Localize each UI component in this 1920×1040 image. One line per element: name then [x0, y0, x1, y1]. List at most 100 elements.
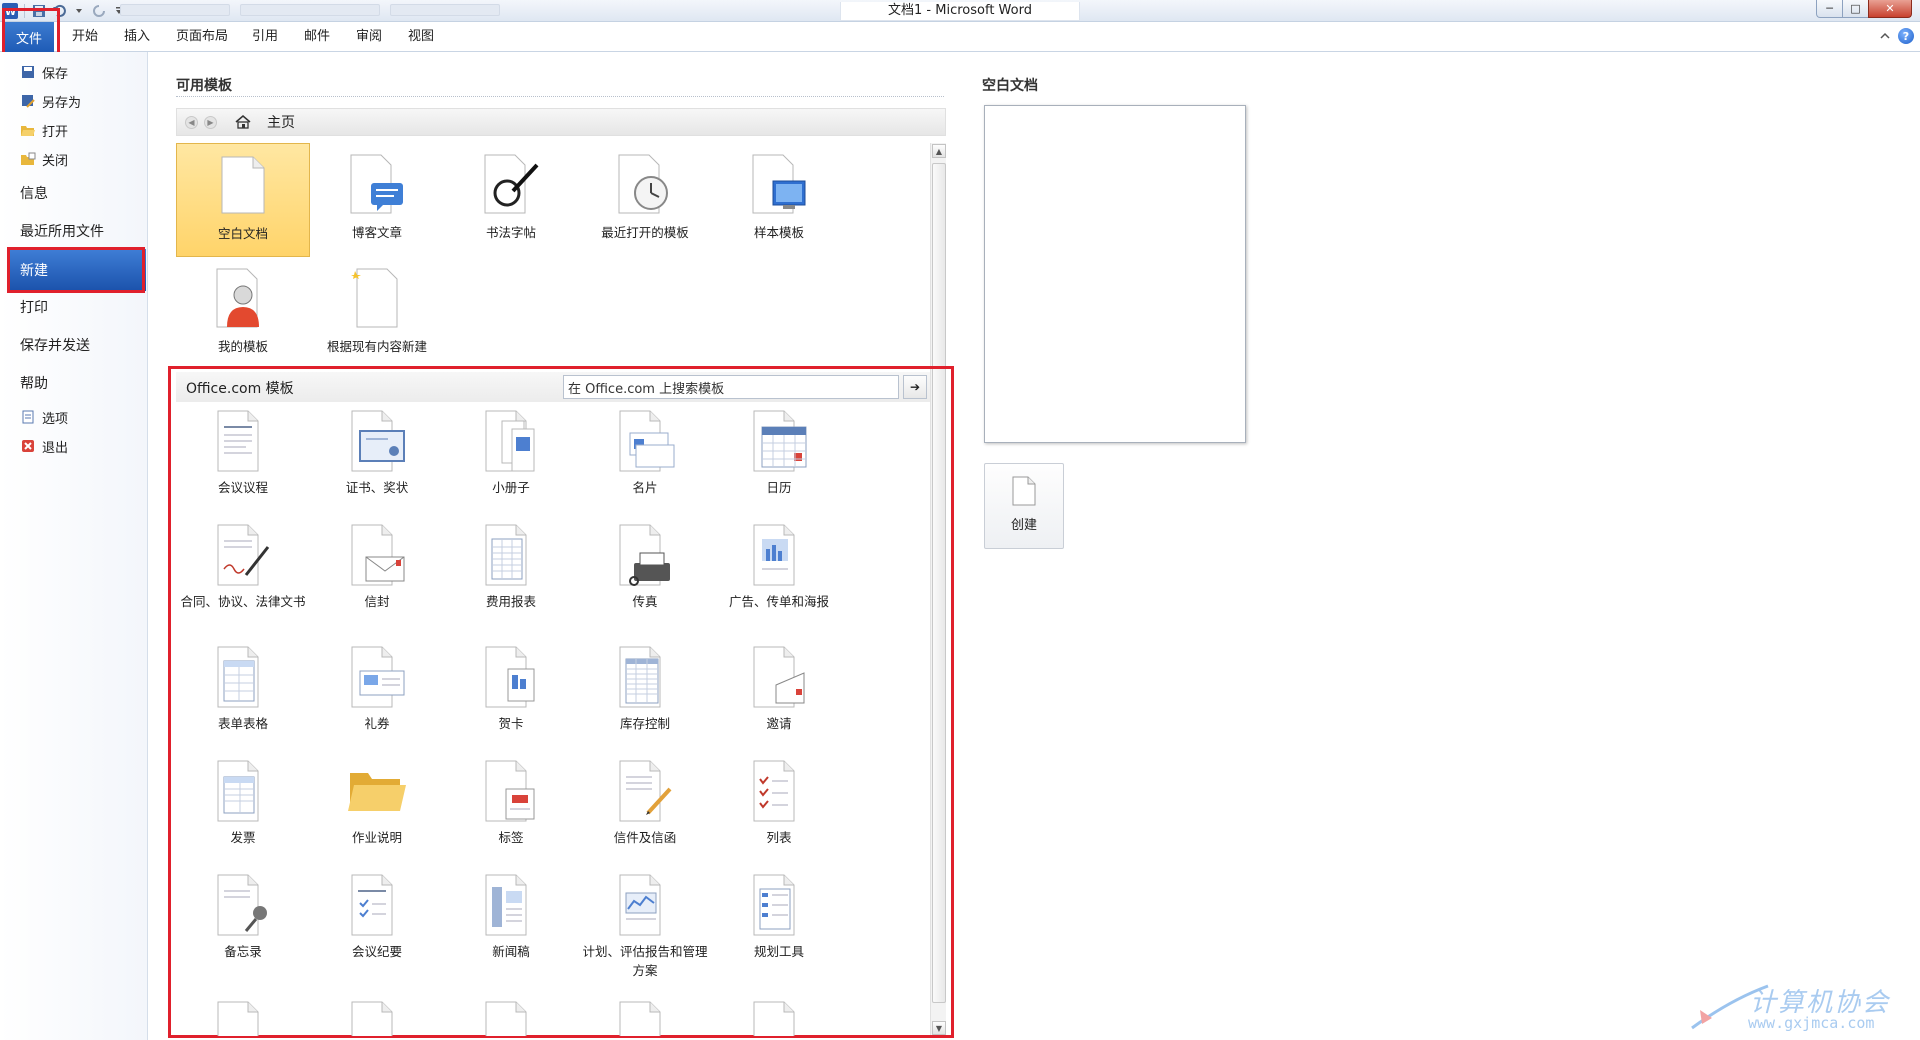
- undo-dropdown-icon[interactable]: [71, 3, 87, 19]
- options-icon: [20, 409, 36, 425]
- office-template-brochure[interactable]: 小册子: [444, 408, 578, 520]
- partial-template-icon[interactable]: [210, 1000, 276, 1036]
- save-icon[interactable]: [31, 3, 47, 19]
- tile-label: 作业说明: [351, 830, 402, 845]
- nav-save-as-label: 另存为: [42, 95, 82, 111]
- create-button[interactable]: 创建: [984, 463, 1064, 549]
- search-go-button[interactable]: ➔: [903, 375, 927, 399]
- office-template-expense-report[interactable]: 费用报表: [444, 522, 578, 634]
- office-template-memo[interactable]: 备忘录: [176, 872, 310, 984]
- office-template-form[interactable]: 表单表格: [176, 644, 310, 756]
- office-template-label[interactable]: 标签: [444, 758, 578, 870]
- partial-template-icon[interactable]: [344, 1000, 410, 1036]
- invoice-icon: [210, 758, 276, 824]
- tile-label: 库存控制: [619, 716, 670, 731]
- tile-label: 新闻稿: [492, 944, 530, 959]
- file-tab[interactable]: 文件: [4, 22, 54, 52]
- vertical-scrollbar[interactable]: ▲ ▼: [930, 143, 946, 1036]
- office-search-input[interactable]: [563, 375, 899, 399]
- office-template-letter[interactable]: 信件及信函: [578, 758, 712, 870]
- office-template-plan[interactable]: 计划、评估报告和管理方案: [578, 872, 712, 984]
- office-template-gift-certificate[interactable]: 礼券: [310, 644, 444, 756]
- close-button[interactable]: ✕: [1868, 0, 1912, 18]
- tile-label: 日历: [766, 480, 792, 495]
- window-controls: ─ □ ✕: [1816, 0, 1912, 18]
- office-template-calendar[interactable]: 日历: [712, 408, 846, 520]
- template-blog-post[interactable]: 博客文章: [310, 143, 444, 257]
- office-template-minutes[interactable]: 会议纪要: [310, 872, 444, 984]
- template-blank-document[interactable]: 空白文档: [176, 143, 310, 257]
- flyer-icon: [746, 522, 812, 588]
- minimize-button[interactable]: ─: [1816, 0, 1843, 18]
- office-template-greeting-card[interactable]: 贺卡: [444, 644, 578, 756]
- office-template-fax[interactable]: 传真: [578, 522, 712, 634]
- nav-help[interactable]: 帮助: [20, 373, 48, 393]
- nav-exit[interactable]: 退出: [20, 435, 68, 457]
- office-templates-header: Office.com 模板 ➔: [176, 372, 930, 402]
- tab-mailings[interactable]: 邮件: [304, 22, 330, 52]
- template-my-templates[interactable]: 我的模板: [176, 257, 310, 371]
- office-template-business-card[interactable]: 名片: [578, 408, 712, 520]
- qat-separator: [24, 4, 25, 18]
- office-template-invitation[interactable]: 邀请: [712, 644, 846, 756]
- scroll-thumb[interactable]: [932, 163, 946, 1003]
- partial-template-icon[interactable]: [478, 1000, 544, 1036]
- title-bar: W 文档1 - Microsoft Word ─ □ ✕: [0, 0, 1920, 22]
- watermark-url: www.gxjmca.com: [1748, 1014, 1875, 1032]
- nav-print[interactable]: 打印: [20, 297, 48, 317]
- nav-options[interactable]: 选项: [20, 406, 68, 428]
- scroll-up-button[interactable]: ▲: [932, 144, 946, 158]
- back-icon[interactable]: ◀: [185, 115, 198, 129]
- list-icon: [746, 758, 812, 824]
- nav-save-send[interactable]: 保存并发送: [20, 335, 90, 355]
- breadcrumb-home[interactable]: 主页: [267, 112, 295, 132]
- scroll-down-button[interactable]: ▼: [932, 1021, 946, 1035]
- tab-home[interactable]: 开始: [72, 22, 98, 52]
- tile-label: 计划、评估报告和管理方案: [582, 944, 708, 978]
- office-template-planner[interactable]: 规划工具: [712, 872, 846, 984]
- office-template-contract[interactable]: 合同、协议、法律文书: [176, 522, 310, 634]
- nav-info[interactable]: 信息: [20, 183, 48, 203]
- office-template-agenda[interactable]: 会议议程: [176, 408, 310, 520]
- minimize-ribbon-icon[interactable]: [1880, 29, 1890, 44]
- tile-label: 合同、协议、法律文书: [180, 594, 306, 609]
- nav-save-as[interactable]: 另存为: [20, 90, 81, 112]
- tile-label: 样本模板: [753, 225, 804, 240]
- tab-references[interactable]: 引用: [252, 22, 278, 52]
- undo-icon[interactable]: [51, 3, 67, 19]
- office-template-folder[interactable]: 作业说明: [310, 758, 444, 870]
- tile-label: 传真: [632, 594, 658, 609]
- maximize-button[interactable]: □: [1842, 0, 1869, 18]
- window-title: 文档1 - Microsoft Word: [840, 2, 1080, 21]
- tab-insert[interactable]: 插入: [124, 22, 150, 52]
- nav-save[interactable]: 保存: [20, 61, 68, 83]
- newsletter-icon: [478, 872, 544, 938]
- template-calligraphy[interactable]: 书法字帖: [444, 143, 578, 257]
- tab-view[interactable]: 视图: [408, 22, 434, 52]
- office-template-list[interactable]: 列表: [712, 758, 846, 870]
- tab-review[interactable]: 审阅: [356, 22, 382, 52]
- partial-template-icon[interactable]: [612, 1000, 678, 1036]
- office-template-certificate[interactable]: 证书、奖状: [310, 408, 444, 520]
- redo-icon[interactable]: [91, 3, 107, 19]
- template-sample[interactable]: 样本模板: [712, 143, 846, 257]
- office-template-envelope[interactable]: 信封: [310, 522, 444, 634]
- tab-page-layout[interactable]: 页面布局: [176, 22, 228, 52]
- home-icon[interactable]: [235, 115, 251, 129]
- office-template-inventory[interactable]: 库存控制: [578, 644, 712, 756]
- partial-template-icon[interactable]: [746, 1000, 812, 1036]
- office-template-invoice[interactable]: 发票: [176, 758, 310, 870]
- office-template-flyer[interactable]: 广告、传单和海报: [712, 522, 846, 634]
- nav-close[interactable]: 关闭: [20, 148, 68, 170]
- word-logo-icon[interactable]: W: [2, 3, 18, 19]
- nav-recent[interactable]: 最近所用文件: [20, 221, 104, 241]
- template-new-from-existing[interactable]: 根据现有内容新建: [310, 257, 444, 371]
- new-from-existing-icon: [342, 265, 412, 331]
- help-icon[interactable]: ?: [1898, 28, 1914, 44]
- template-recent[interactable]: 最近打开的模板: [578, 143, 712, 257]
- tile-label: 会议议程: [217, 480, 268, 495]
- forward-icon[interactable]: ▶: [204, 115, 217, 129]
- arrow-right-icon: ➔: [909, 380, 921, 394]
- office-template-newsletter[interactable]: 新闻稿: [444, 872, 578, 984]
- nav-open[interactable]: 打开: [20, 119, 68, 141]
